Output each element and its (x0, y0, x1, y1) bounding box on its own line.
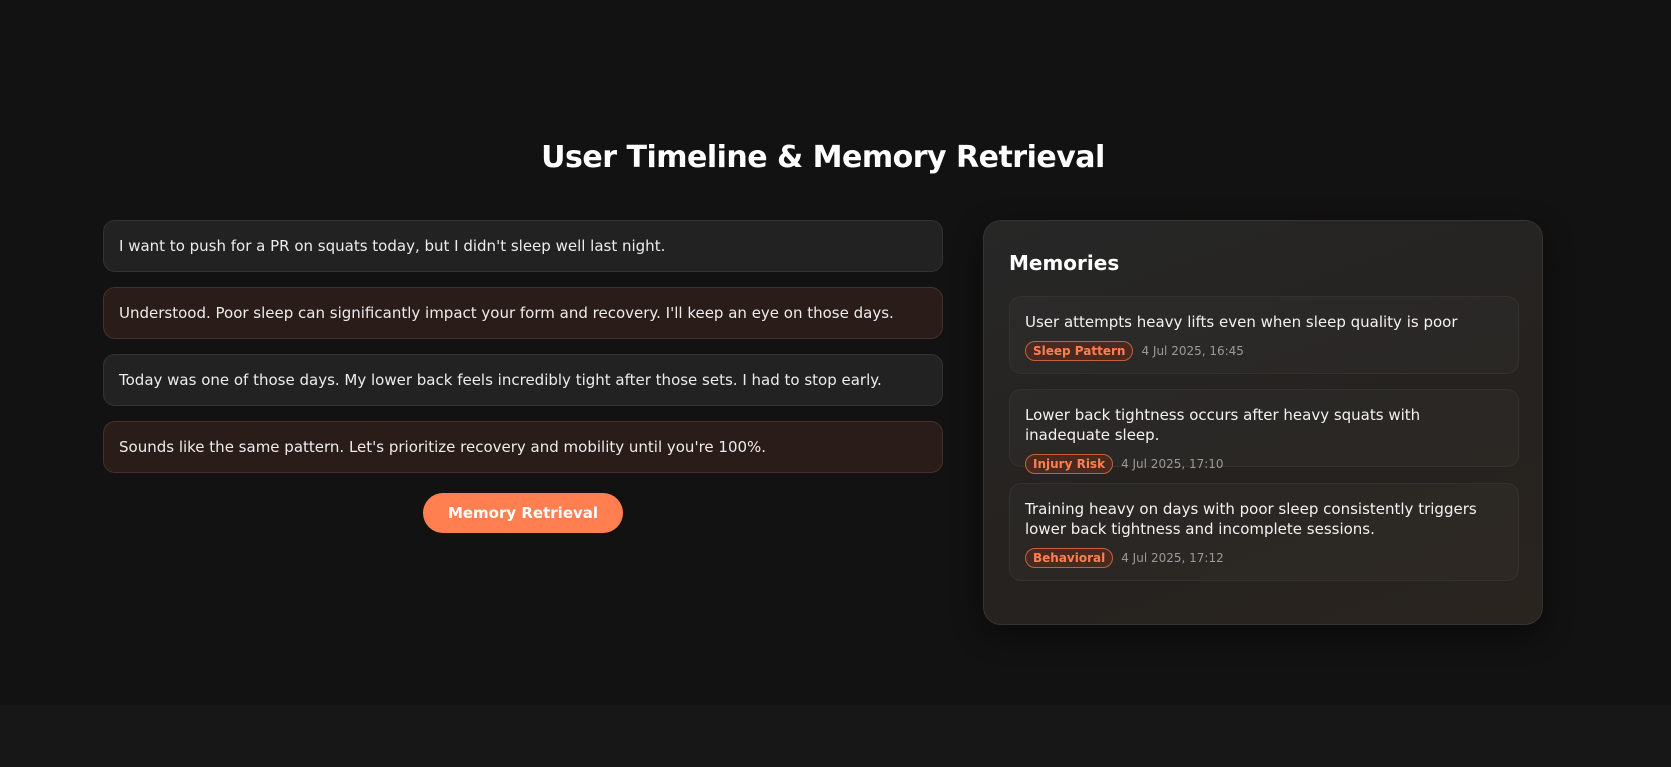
memory-date: 4 Jul 2025, 16:45 (1141, 344, 1244, 358)
cta-container: Memory Retrieval (103, 493, 943, 533)
memory-tag: Behavioral (1025, 548, 1114, 568)
memory-date: 4 Jul 2025, 17:10 (1121, 457, 1224, 471)
memories-panel: Memories User attempts heavy lifts even … (983, 220, 1543, 625)
timeline-message-assistant: Sounds like the same pattern. Let's prio… (103, 421, 943, 473)
timeline-message-assistant: Understood. Poor sleep can significantly… (103, 287, 943, 339)
user-timeline: I want to push for a PR on squats today,… (103, 220, 943, 488)
timeline-message-user: Today was one of those days. My lower ba… (103, 354, 943, 406)
memories-title: Memories (1009, 251, 1120, 275)
main-section: User Timeline & Memory Retrieval I want … (0, 0, 1671, 705)
timeline-message-user: I want to push for a PR on squats today,… (103, 220, 943, 272)
memory-retrieval-button[interactable]: Memory Retrieval (422, 493, 624, 533)
memory-text: Lower back tightness occurs after heavy … (1025, 406, 1421, 444)
memory-meta: Injury Risk 4 Jul 2025, 17:10 (1025, 454, 1503, 474)
memory-date: 4 Jul 2025, 17:12 (1121, 551, 1224, 565)
memory-tag: Injury Risk (1025, 454, 1114, 474)
memory-meta: Sleep Pattern 4 Jul 2025, 16:45 (1025, 341, 1503, 361)
memory-card: Lower back tightness occurs after heavy … (1009, 389, 1519, 474)
memory-card: Training heavy on days with poor sleep c… (1009, 483, 1519, 581)
memory-tag: Sleep Pattern (1025, 341, 1134, 361)
memory-text: Training heavy on days with poor sleep c… (1025, 500, 1477, 538)
memory-meta: Behavioral 4 Jul 2025, 17:12 (1025, 548, 1503, 568)
page-title: User Timeline & Memory Retrieval (541, 140, 1105, 175)
memory-card: User attempts heavy lifts even when slee… (1009, 296, 1519, 374)
memory-text: User attempts heavy lifts even when slee… (1025, 313, 1458, 331)
footer-band (0, 705, 1671, 767)
